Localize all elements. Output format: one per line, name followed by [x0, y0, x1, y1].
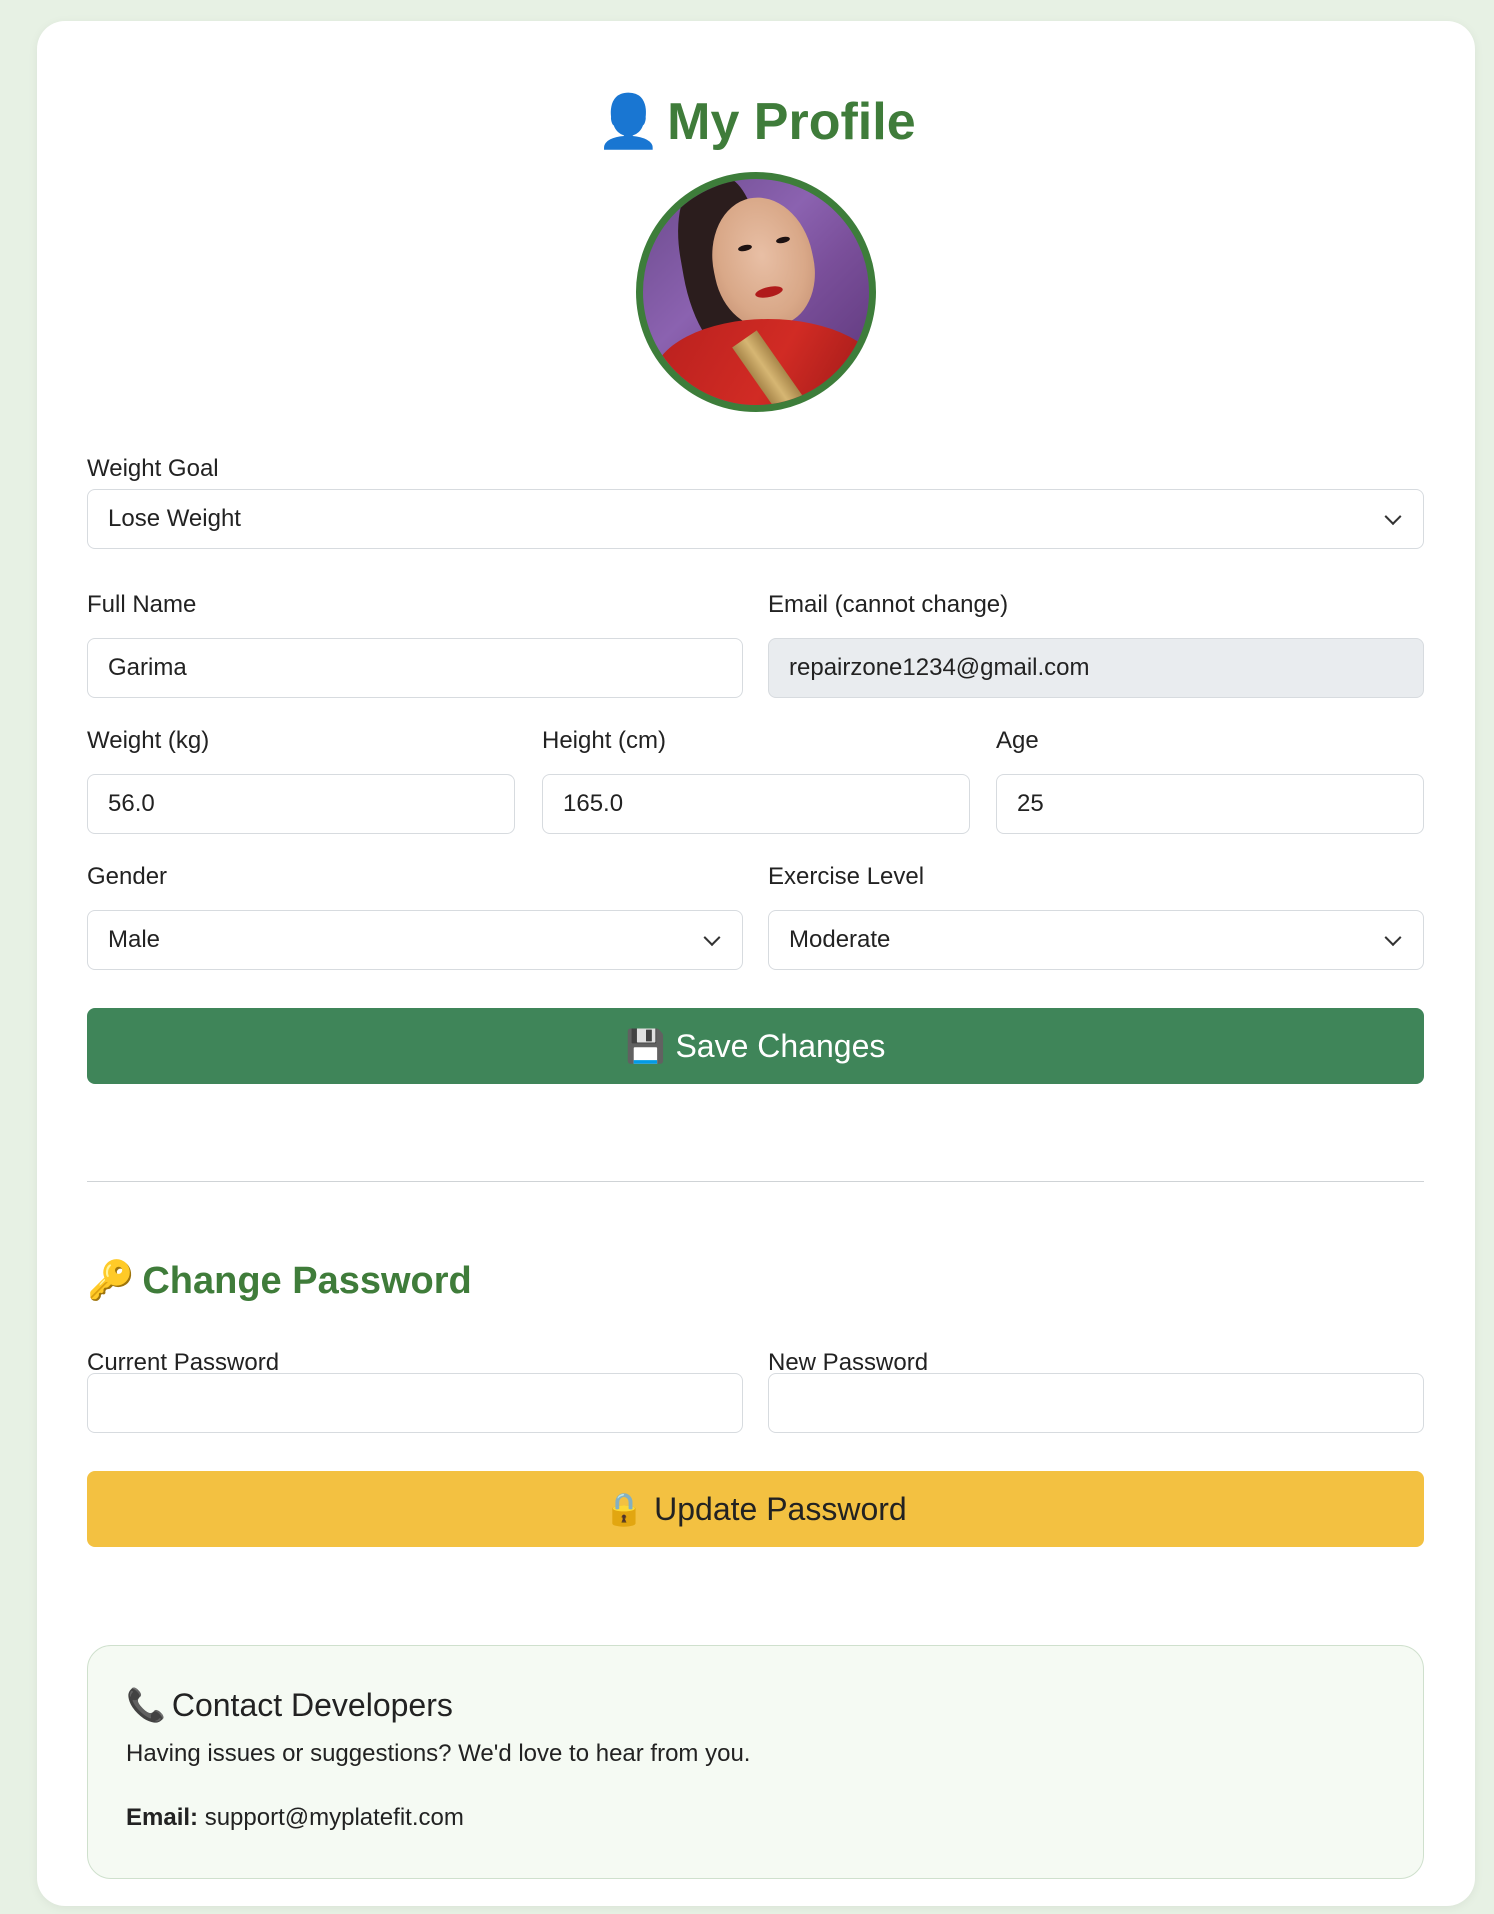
floppy-disk-icon: 💾 — [625, 1028, 666, 1064]
page-title-text: My Profile — [667, 93, 916, 151]
save-changes-label: Save Changes — [675, 1027, 886, 1064]
height-input[interactable]: 165.0 — [542, 774, 970, 834]
avatar[interactable] — [636, 172, 876, 412]
gender-value: Male — [108, 926, 161, 953]
weight-value: 56.0 — [108, 790, 155, 817]
gender-select[interactable]: Male — [87, 910, 743, 970]
update-password-label: Update Password — [654, 1490, 907, 1527]
email-value: repairzone1234@gmail.com — [789, 654, 1090, 681]
exercise-level-value: Moderate — [789, 926, 891, 953]
contact-email-label: Email: — [126, 1804, 199, 1831]
telephone-icon: 📞 — [126, 1687, 166, 1723]
weight-goal-label: Weight Goal — [87, 455, 219, 482]
height-value: 165.0 — [563, 790, 624, 817]
current-password-input[interactable] — [87, 1373, 743, 1433]
page-title: 👤 My Profile — [37, 91, 1475, 152]
full-name-value: Garima — [108, 654, 187, 681]
contact-description: Having issues or suggestions? We'd love … — [126, 1740, 751, 1767]
contact-email: Email: support@myplatefit.com — [126, 1804, 464, 1832]
contact-developers-box: 📞 Contact Developers Having issues or sug… — [87, 1645, 1424, 1879]
contact-title-text: Contact Developers — [171, 1687, 453, 1723]
exercise-level-select[interactable]: Moderate — [768, 910, 1424, 970]
save-changes-button[interactable]: 💾 Save Changes — [87, 1008, 1424, 1084]
gender-label: Gender — [87, 863, 168, 890]
weight-label: Weight (kg) — [87, 727, 210, 754]
change-password-title: 🔑 Change Password — [87, 1259, 472, 1303]
weight-goal-select[interactable]: Lose Weight — [87, 489, 1424, 549]
email-field: repairzone1234@gmail.com — [768, 638, 1424, 698]
change-password-title-text: Change Password — [142, 1260, 472, 1302]
full-name-input[interactable]: Garima — [87, 638, 743, 698]
update-password-button[interactable]: 🔒 Update Password — [87, 1471, 1424, 1547]
profile-card: 👤 My Profile Weight Goal Lose Weight Full… — [37, 21, 1475, 1906]
section-divider — [87, 1181, 1424, 1182]
chevron-down-icon — [1384, 929, 1402, 947]
chevron-down-icon — [703, 929, 721, 947]
height-label: Height (cm) — [542, 727, 667, 754]
contact-email-link[interactable]: support@myplatefit.com — [205, 1804, 464, 1831]
chevron-down-icon — [1384, 508, 1402, 526]
lock-icon: 🔒 — [604, 1491, 645, 1527]
weight-goal-value: Lose Weight — [108, 505, 241, 532]
key-icon: 🔑 — [87, 1260, 135, 1302]
exercise-level-label: Exercise Level — [768, 863, 925, 890]
user-silhouette-icon: 👤 — [596, 93, 662, 151]
full-name-label: Full Name — [87, 591, 197, 618]
age-value: 25 — [1017, 790, 1044, 817]
email-label: Email (cannot change) — [768, 591, 1009, 618]
age-input[interactable]: 25 — [996, 774, 1424, 834]
contact-title: 📞 Contact Developers — [126, 1686, 453, 1724]
weight-input[interactable]: 56.0 — [87, 774, 515, 834]
new-password-input[interactable] — [768, 1373, 1424, 1433]
age-label: Age — [996, 727, 1039, 754]
